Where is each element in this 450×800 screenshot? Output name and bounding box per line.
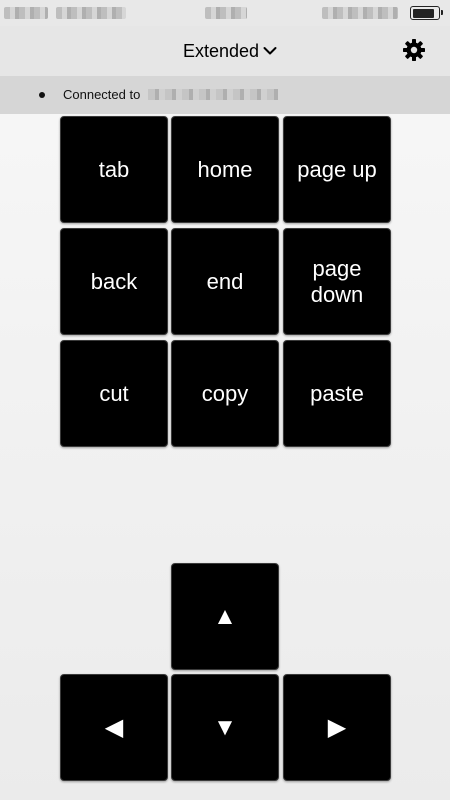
key-label: home bbox=[197, 156, 253, 182]
cut-key[interactable]: cut bbox=[60, 340, 168, 447]
arrow-left-icon: ◀ bbox=[104, 713, 124, 741]
gear-icon[interactable] bbox=[402, 38, 426, 62]
time-redacted bbox=[205, 7, 247, 19]
arrow-down-key[interactable]: ▼ bbox=[171, 674, 279, 781]
end-key[interactable]: end bbox=[171, 228, 279, 335]
arrow-up-icon: ▲ bbox=[213, 602, 237, 630]
key-label: page down bbox=[310, 255, 364, 307]
key-label: paste bbox=[310, 380, 364, 406]
key-label: end bbox=[206, 268, 244, 294]
tab-key[interactable]: tab bbox=[60, 116, 168, 223]
arrow-right-icon: ▶ bbox=[327, 713, 347, 741]
status-bar bbox=[0, 0, 450, 26]
chevron-down-icon bbox=[263, 47, 277, 55]
key-label: copy bbox=[201, 380, 249, 406]
status-icons-redacted bbox=[322, 7, 398, 19]
copy-key[interactable]: copy bbox=[171, 340, 279, 447]
arrow-up-key[interactable]: ▲ bbox=[171, 563, 279, 670]
network-redacted bbox=[56, 7, 126, 19]
battery-icon bbox=[410, 6, 443, 20]
page-up-key[interactable]: page up bbox=[283, 116, 391, 223]
mode-title: Extended bbox=[182, 40, 260, 61]
carrier-redacted bbox=[4, 7, 48, 19]
host-name-redacted bbox=[148, 89, 278, 100]
arrow-left-key[interactable]: ◀ bbox=[60, 674, 168, 781]
key-label: cut bbox=[99, 380, 129, 406]
arrow-right-key[interactable]: ▶ bbox=[283, 674, 391, 781]
key-label: page up bbox=[297, 156, 377, 182]
arrow-down-icon: ▼ bbox=[213, 713, 237, 741]
nav-bar: Extended bbox=[0, 26, 450, 76]
connection-label: Connected to bbox=[63, 87, 141, 102]
mode-selector[interactable]: Extended bbox=[175, 38, 285, 64]
paste-key[interactable]: paste bbox=[283, 340, 391, 447]
back-key[interactable]: back bbox=[60, 228, 168, 335]
home-key[interactable]: home bbox=[171, 116, 279, 223]
connection-status-bar: Connected to bbox=[0, 76, 450, 114]
page-down-key[interactable]: page down bbox=[283, 228, 391, 335]
key-label: tab bbox=[98, 156, 130, 182]
app-screen: Extended Connected to tab home page up b… bbox=[0, 0, 450, 800]
connection-status-dot bbox=[39, 92, 45, 98]
key-label: back bbox=[90, 268, 138, 294]
